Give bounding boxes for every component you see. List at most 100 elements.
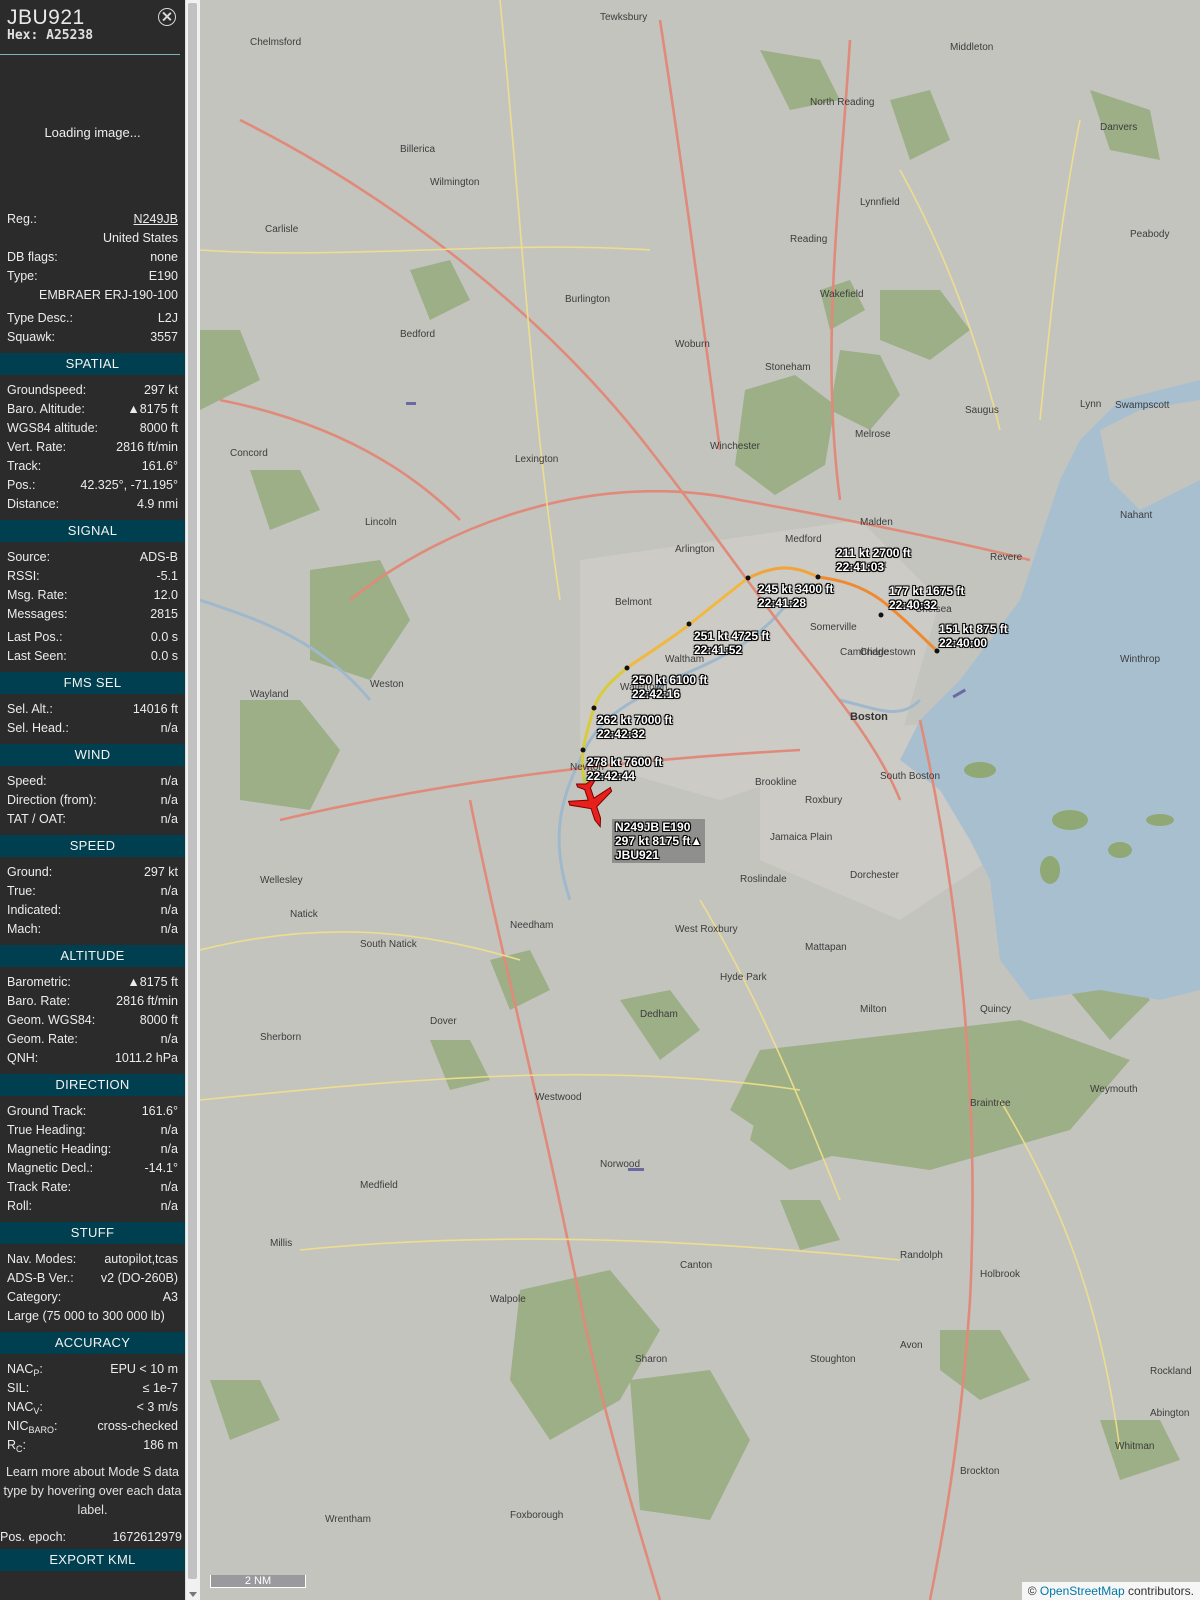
- row-label[interactable]: Mach:: [7, 920, 41, 939]
- track-label-speed-alt: 211 kt 2700 ft: [836, 546, 911, 560]
- row-label[interactable]: Baro. Altitude:: [7, 400, 85, 419]
- place-label: Carlisle: [265, 224, 299, 235]
- place-label: Wayland: [250, 689, 289, 700]
- row-label[interactable]: Last Pos.:: [7, 628, 63, 647]
- row-label[interactable]: Magnetic Decl.:: [7, 1159, 93, 1178]
- row-label[interactable]: Track:: [7, 457, 41, 476]
- row-label[interactable]: Sel. Head.:: [7, 719, 69, 738]
- row-label[interactable]: TAT / OAT:: [7, 810, 66, 829]
- track-label-speed-alt: 250 kt 6100 ft: [632, 673, 707, 687]
- row-label[interactable]: Magnetic Heading:: [7, 1140, 111, 1159]
- row-label[interactable]: Type Desc.:: [7, 309, 73, 328]
- row-label[interactable]: True:: [7, 882, 36, 901]
- place-label: Holbrook: [980, 1269, 1021, 1280]
- close-icon[interactable]: [158, 8, 176, 26]
- data-row: Large (75 000 to 300 000 lb): [0, 1307, 185, 1326]
- row-value: 14016 ft: [132, 702, 178, 716]
- row-label-subscript: BARO: [28, 1425, 55, 1435]
- row-label[interactable]: Large (75 000 to 300 000 lb): [7, 1307, 165, 1326]
- row-label[interactable]: DB flags:: [7, 248, 58, 267]
- data-row: Ground: 297 kt: [0, 863, 185, 882]
- section-header-wind: WIND: [0, 744, 185, 766]
- row-label[interactable]: Reg.:: [7, 210, 37, 229]
- row-value: 186 m: [143, 1438, 178, 1452]
- track-altitude: 6100 ft: [669, 673, 708, 687]
- row-label[interactable]: Ground:: [7, 863, 52, 882]
- map-canvas[interactable]: Chelmsford Tewksbury Middleton North Readin…: [200, 0, 1200, 1600]
- row-label[interactable]: Sel. Alt.:: [7, 700, 53, 719]
- colon: :: [39, 1400, 43, 1414]
- row-label[interactable]: Pos.:: [7, 476, 36, 495]
- row-label[interactable]: ADS-B Ver.:: [7, 1269, 74, 1288]
- row-label[interactable]: WGS84 altitude:: [7, 419, 98, 438]
- data-row: Nav. Modes: autopilot,tcas: [0, 1250, 185, 1269]
- row-label[interactable]: RSSI:: [7, 567, 40, 586]
- export-kml-button[interactable]: EXPORT KML: [0, 1549, 185, 1571]
- scroll-down-icon[interactable]: [189, 1592, 197, 1597]
- data-row: Msg. Rate: 12.0: [0, 586, 185, 605]
- track-altitude: 7600 ft: [624, 755, 663, 769]
- row-label[interactable]: Pos. epoch:: [0, 1528, 66, 1547]
- aircraft-label[interactable]: N249JB E190 297 kt 8175 ft▲ JBU921: [612, 819, 706, 863]
- place-label: Randolph: [900, 1250, 943, 1261]
- osm-link[interactable]: OpenStreetMap: [1040, 1584, 1125, 1598]
- row-label[interactable]: Messages:: [7, 605, 67, 624]
- photo-status: Loading image...: [44, 125, 141, 140]
- row-label[interactable]: Distance:: [7, 495, 59, 514]
- row-label[interactable]: Roll:: [7, 1197, 32, 1216]
- row-label[interactable]: Geom. Rate:: [7, 1030, 78, 1049]
- row-label[interactable]: Nav. Modes:: [7, 1250, 76, 1269]
- row-label[interactable]: Groundspeed:: [7, 381, 86, 400]
- row-label[interactable]: Barometric:: [7, 973, 71, 992]
- row-label[interactable]: SIL:: [7, 1379, 29, 1398]
- row-label[interactable]: Ground Track:: [7, 1102, 86, 1121]
- place-label: Lynn: [1080, 399, 1101, 410]
- row-label[interactable]: Category:: [7, 1288, 61, 1307]
- track-altitude: 3400 ft: [795, 582, 834, 596]
- place-label: Chelmsford: [250, 37, 301, 48]
- place-label: Malden: [860, 517, 893, 528]
- data-row: Baro. Rate: 2816 ft/min: [0, 992, 185, 1011]
- row-label[interactable]: True Heading:: [7, 1121, 86, 1140]
- row-label[interactable]: Track Rate:: [7, 1178, 71, 1197]
- row-label[interactable]: NACV:: [7, 1398, 43, 1417]
- row-label[interactable]: NICBARO:: [7, 1417, 58, 1436]
- row-label[interactable]: Last Seen:: [7, 647, 67, 666]
- place-label: Lexington: [515, 454, 558, 465]
- place-label: Jamaica Plain: [770, 832, 832, 843]
- info-row: Type Desc.: L2J: [0, 309, 185, 328]
- place-label: Natick: [290, 909, 319, 920]
- data-row: Distance: 4.9 nmi: [0, 495, 185, 514]
- row-label[interactable]: Direction (from):: [7, 791, 97, 810]
- section-header-altitude: ALTITUDE: [0, 945, 185, 967]
- place-label: Foxborough: [510, 1510, 563, 1521]
- row-label[interactable]: Type:: [7, 267, 38, 286]
- row-label[interactable]: Baro. Rate:: [7, 992, 70, 1011]
- row-value: L2J: [157, 311, 178, 325]
- place-label: Lincoln: [365, 517, 397, 528]
- row-value[interactable]: N249JB: [134, 210, 178, 229]
- place-label: Dedham: [640, 1009, 678, 1020]
- info-row: Type: E190: [0, 267, 185, 286]
- row-label[interactable]: Source:: [7, 548, 50, 567]
- track-speed: 251 kt: [694, 629, 729, 643]
- row-label[interactable]: Geom. WGS84:: [7, 1011, 95, 1030]
- row-value: 42.325°, -71.195°: [80, 478, 178, 492]
- place-label: Boston: [850, 711, 888, 723]
- row-label[interactable]: QNH:: [7, 1049, 38, 1068]
- row-label[interactable]: Msg. Rate:: [7, 586, 67, 605]
- row-value: E190: [148, 269, 178, 283]
- place-label: Belmont: [615, 597, 652, 608]
- row-label[interactable]: Vert. Rate:: [7, 438, 66, 457]
- row-value: 2816 ft/min: [116, 440, 178, 454]
- scrollbar-thumb[interactable]: [188, 3, 197, 1579]
- sidebar-scrollbar[interactable]: [185, 0, 200, 1600]
- row-label[interactable]: Indicated:: [7, 901, 61, 920]
- row-label[interactable]: Speed:: [7, 772, 47, 791]
- row-label[interactable]: Squawk:: [7, 328, 55, 347]
- row-label[interactable]: RC:: [7, 1436, 26, 1455]
- aircraft-info-sidebar: JBU921 Hex: A25238 Loading image... Reg.…: [0, 0, 185, 1600]
- map-view[interactable]: Chelmsford Tewksbury Middleton North Readin…: [200, 0, 1200, 1600]
- data-row: ADS-B Ver.: v2 (DO-260B): [0, 1269, 185, 1288]
- row-label[interactable]: NACP:: [7, 1360, 43, 1379]
